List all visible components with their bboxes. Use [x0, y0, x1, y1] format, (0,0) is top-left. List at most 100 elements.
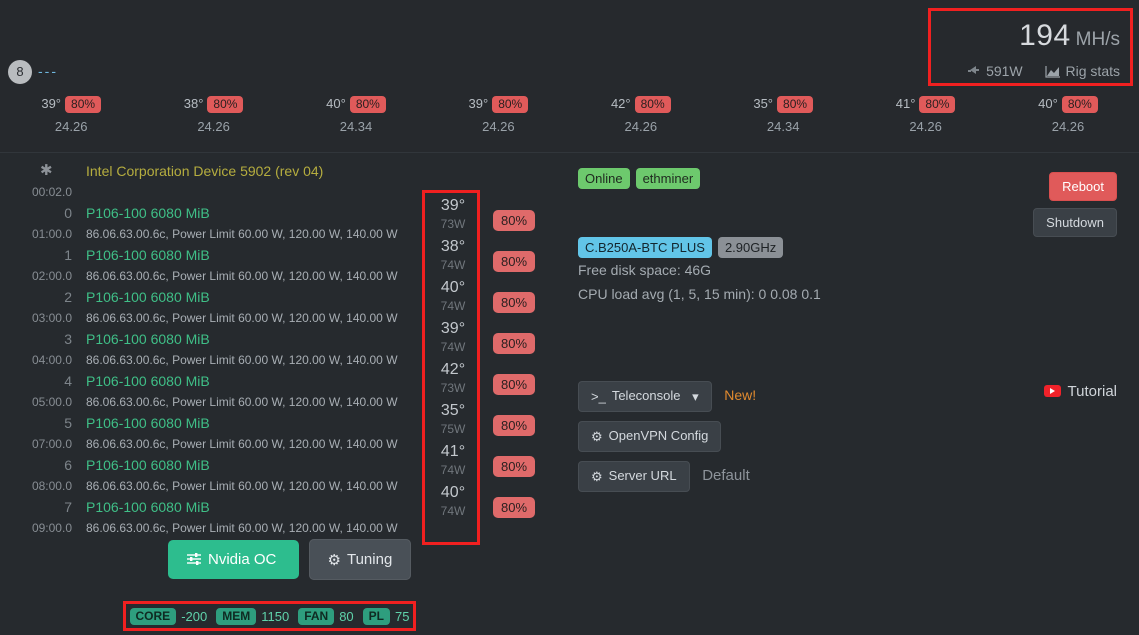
rig-stats-link[interactable]: Rig stats — [1044, 63, 1120, 79]
gpu-summary-top: 42° 80% — [570, 96, 712, 113]
gpu-summary-top: 39° 80% — [427, 96, 569, 113]
disk-space-line: Free disk space: 46G — [578, 262, 712, 278]
gpu-summary-fan: 80% — [919, 96, 956, 113]
gpu-summary-col: 41° 80% 24.26 — [854, 96, 996, 134]
gpu-watt-value: 74W — [440, 258, 466, 272]
gpu-fan-item: 80% — [493, 333, 543, 374]
gpu-watt-value: 73W — [440, 381, 466, 395]
gpu-index: 5 — [64, 415, 72, 431]
terminal-prompt-icon: >_ — [591, 389, 606, 404]
nvidia-oc-button[interactable]: Nvidia OC — [168, 540, 299, 579]
gpu-name[interactable]: P106-100 6080 MiB — [86, 244, 210, 266]
gpu-index: 0 — [64, 205, 72, 221]
oc-core-value: -200 — [181, 608, 208, 624]
gpu-watt-value: 75W — [440, 422, 466, 436]
gpu-summary-fan: 80% — [207, 96, 244, 113]
bus-id: 01:00.0 — [31, 227, 72, 241]
bus-id: 04:00.0 — [31, 353, 72, 367]
gpu-summary-hashrate: 24.34 — [339, 119, 373, 134]
rig-power: 591W — [967, 63, 1023, 79]
gpu-fan-item: 80% — [493, 456, 543, 497]
onboard-device-name: Intel Corporation Device 5902 (rev 04) — [86, 163, 324, 179]
gpu-summary-temp: 38° — [183, 96, 204, 111]
gpu-summary-top: 40° 80% — [997, 96, 1139, 113]
gpu-detail: 86.06.63.00.6c, Power Limit 60.00 W, 120… — [86, 479, 398, 493]
gpu-row-name: 4 P106-100 6080 MiB — [0, 370, 420, 392]
gpu-temp-item: 39° 74W — [430, 319, 476, 360]
gpu-index: 2 — [64, 289, 72, 305]
gpu-summary-temp: 42° — [610, 96, 631, 111]
gpu-detail: 86.06.63.00.6c, Power Limit 60.00 W, 120… — [86, 311, 398, 325]
sliders-icon — [186, 552, 202, 569]
gpu-summary-hashrate: 24.26 — [1051, 119, 1085, 134]
gpu-list-header-bus: 00:02.0 — [0, 182, 420, 202]
tutorial-link[interactable]: Tutorial — [1043, 383, 1117, 400]
gpu-summary-temp: 40° — [1038, 96, 1058, 111]
status-badge-miner[interactable]: ethminer — [635, 168, 701, 189]
gpu-summary-temp: 39° — [468, 96, 489, 111]
oc-mem-label: MEM — [216, 607, 257, 625]
gpu-detail: 86.06.63.00.6c, Power Limit 60.00 W, 120… — [86, 521, 398, 535]
status-badge-online: Online — [578, 168, 630, 189]
openvpn-config-button[interactable]: ⚙ OpenVPN Config — [578, 421, 722, 452]
gpu-row-detail: 03:00.0 86.06.63.00.6c, Power Limit 60.00… — [0, 308, 420, 328]
gpu-name[interactable]: P106-100 6080 MiB — [86, 202, 210, 224]
gpu-summary-top: 41° 80% — [854, 96, 996, 113]
gpu-summary-fan: 80% — [777, 96, 814, 113]
bus-id: 08:00.0 — [31, 479, 72, 493]
gpu-summary-col: 35° 80% 24.34 — [712, 96, 854, 134]
gpu-detail: 86.06.63.00.6c, Power Limit 60.00 W, 120… — [86, 227, 398, 241]
oc-fan-label: FAN — [298, 607, 335, 625]
chevron-down-icon: ▾ — [692, 389, 699, 404]
gpu-row-name: 3 P106-100 6080 MiB — [0, 328, 420, 350]
gpu-temp-item: 40° 74W — [430, 278, 476, 319]
gpu-row-name: 2 P106-100 6080 MiB — [0, 286, 420, 308]
teleconsole-button[interactable]: >_ Teleconsole ▾ — [578, 381, 712, 412]
gpu-name[interactable]: P106-100 6080 MiB — [86, 496, 210, 518]
bus-id: 03:00.0 — [31, 311, 72, 325]
gpu-temp-value: 35° — [440, 402, 466, 419]
teleconsole-new-tag: New! — [724, 387, 757, 403]
gpu-summary-fan: 80% — [1061, 96, 1098, 113]
gpu-temp-item: 42° 73W — [430, 360, 476, 401]
openvpn-row: ⚙ OpenVPN Config — [578, 421, 756, 452]
gpu-row-detail: 02:00.0 86.06.63.00.6c, Power Limit 60.00… — [0, 266, 420, 286]
bus-id: 02:00.0 — [31, 269, 72, 283]
shutdown-button[interactable]: Shutdown — [1033, 208, 1117, 237]
rig-stats-label: Rig stats — [1065, 63, 1120, 79]
server-url-button[interactable]: ⚙ Server URL — [578, 461, 690, 492]
gpu-index: 1 — [64, 247, 72, 263]
oc-pl-value: 75 — [395, 608, 410, 624]
gpu-watt-value: 73W — [440, 217, 466, 231]
bus-id: 00:02.0 — [31, 185, 72, 199]
gpu-name[interactable]: P106-100 6080 MiB — [86, 412, 210, 434]
gpu-fan-item: 80% — [493, 210, 543, 251]
tutorial-label: Tutorial — [1067, 383, 1117, 400]
gpu-fan-value: 80% — [493, 251, 536, 272]
gpu-summary-temp: 41° — [895, 96, 916, 111]
rig-dashboard: 194 MH/s 591W Rig stats 8 --- 39° 80% 24.26… — [0, 0, 1139, 635]
gpu-summary-hashrate: 24.26 — [909, 119, 942, 134]
gpu-fan-item: 80% — [493, 497, 543, 538]
gpu-summary-hashrate: 24.34 — [766, 119, 800, 134]
gpu-watt-value: 74W — [440, 504, 466, 518]
shutdown-button-wrap: Shutdown — [1033, 208, 1117, 237]
teleconsole-row: >_ Teleconsole ▾ New! — [578, 381, 756, 412]
openvpn-label: OpenVPN Config — [608, 428, 709, 443]
gpu-row-name: 7 P106-100 6080 MiB — [0, 496, 420, 518]
gpu-temp-item: 41° 74W — [430, 442, 476, 483]
youtube-play-icon — [1043, 385, 1061, 397]
gpu-name[interactable]: P106-100 6080 MiB — [86, 328, 210, 350]
reboot-button[interactable]: Reboot — [1049, 172, 1117, 201]
motherboard-badge: C.B250A-BTC PLUS — [578, 237, 712, 258]
rig-power-value: 591W — [986, 63, 1023, 79]
gpu-detail: 86.06.63.00.6c, Power Limit 60.00 W, 120… — [86, 269, 398, 283]
cpu-load-line: CPU load avg (1, 5, 15 min): 0 0.08 0.1 — [578, 286, 821, 302]
tools-section: >_ Teleconsole ▾ New! ⚙ OpenVPN Config ⚙ Se… — [578, 381, 756, 501]
gpu-name[interactable]: P106-100 6080 MiB — [86, 370, 210, 392]
gpu-row-detail: 08:00.0 86.06.63.00.6c, Power Limit 60.00… — [0, 476, 420, 496]
gpu-name[interactable]: P106-100 6080 MiB — [86, 286, 210, 308]
gear-icon: ⚙ — [327, 552, 341, 569]
tuning-button[interactable]: ⚙ Tuning — [308, 539, 412, 580]
gpu-name[interactable]: P106-100 6080 MiB — [86, 454, 210, 476]
